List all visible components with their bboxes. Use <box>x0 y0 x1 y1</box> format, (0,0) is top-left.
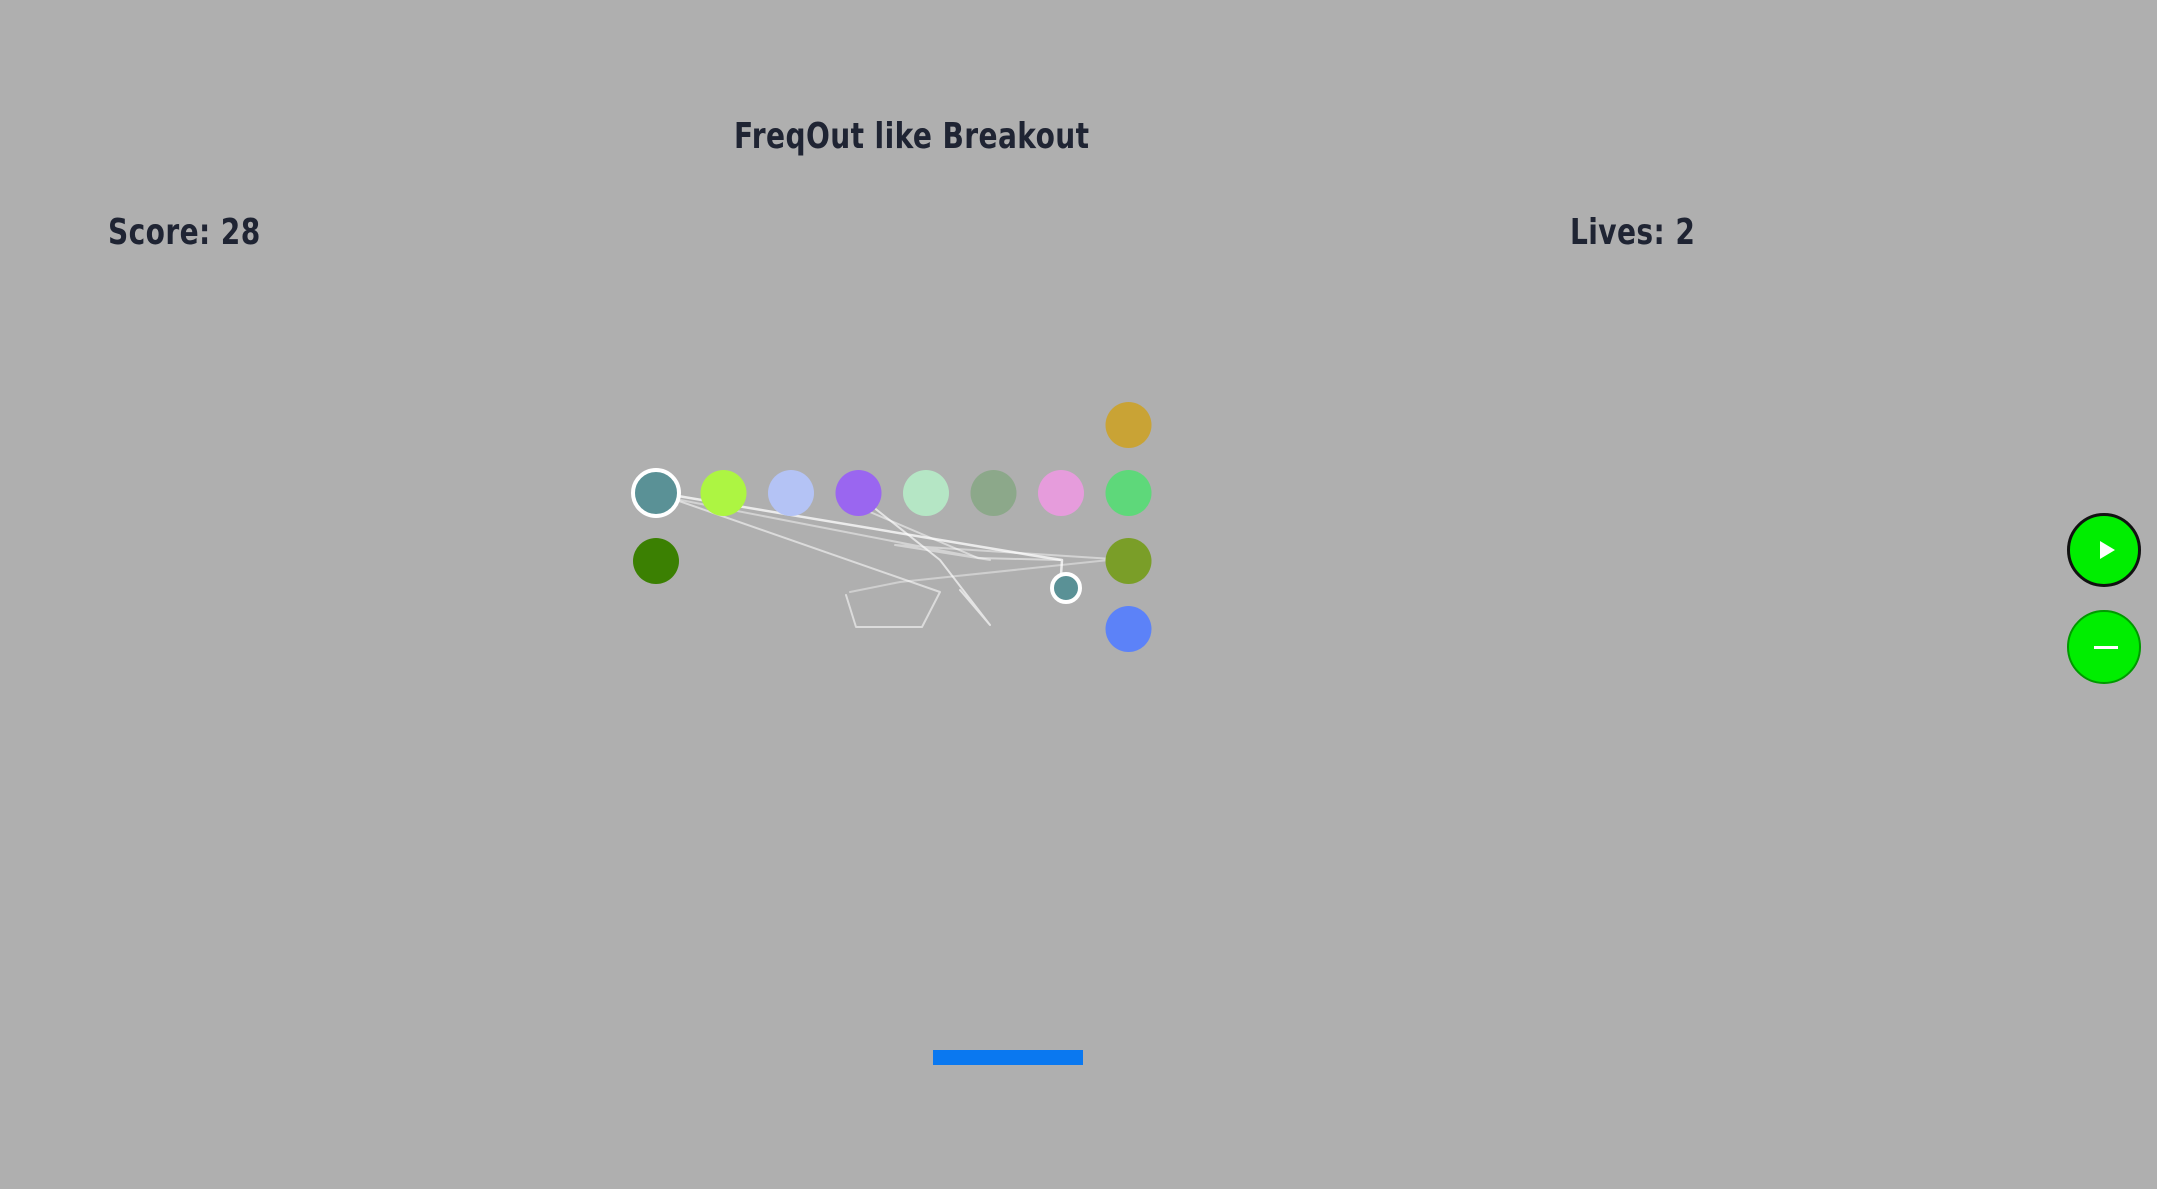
brick <box>835 470 882 516</box>
ball <box>1050 572 1082 604</box>
lives-label: Lives: 2 <box>1570 212 1696 253</box>
brick-field <box>631 402 1152 652</box>
brick <box>768 470 814 516</box>
paddle[interactable] <box>933 1050 1083 1065</box>
game-title: FreqOut like Breakout <box>734 116 1090 157</box>
game-board[interactable] <box>0 0 2157 1189</box>
game-stage[interactable]: FreqOut like Breakout Score: 28 Lives: 2 <box>0 0 2157 1189</box>
brick <box>1105 538 1152 584</box>
brick <box>1105 402 1152 448</box>
minus-icon <box>2094 646 2118 649</box>
minus-button[interactable] <box>2067 610 2141 684</box>
brick <box>903 470 949 516</box>
brick <box>1105 606 1152 652</box>
brick <box>700 470 747 516</box>
brick <box>970 470 1017 516</box>
brick <box>1038 470 1084 516</box>
play-icon <box>2100 541 2115 559</box>
play-button[interactable] <box>2067 513 2141 587</box>
brick <box>1105 470 1152 516</box>
brick <box>633 538 679 584</box>
score-label: Score: 28 <box>108 212 261 253</box>
brick <box>631 468 681 518</box>
